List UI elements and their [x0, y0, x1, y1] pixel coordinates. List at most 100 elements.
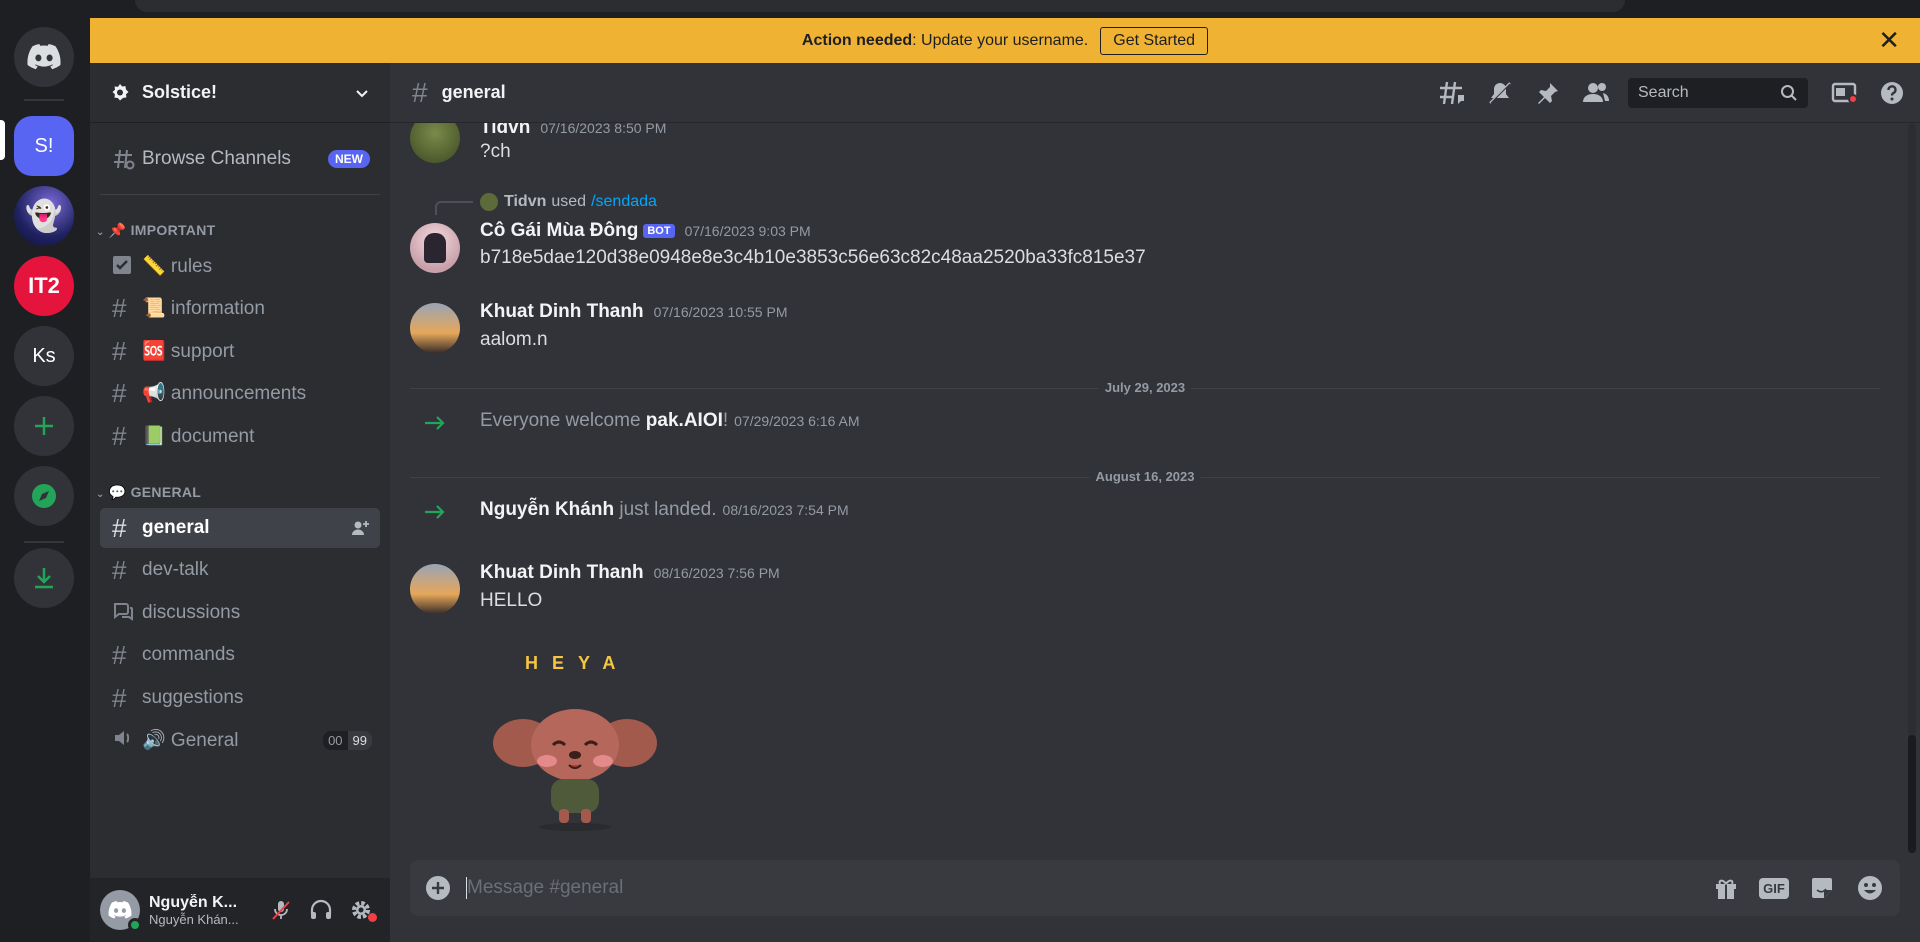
- avatar[interactable]: [410, 123, 460, 163]
- hash-icon: #: [112, 335, 127, 366]
- member-list-button[interactable]: [1572, 80, 1620, 106]
- counter-current: 00: [323, 730, 348, 750]
- download-apps-button[interactable]: [14, 548, 74, 608]
- channel-support[interactable]: # 🆘 support: [100, 331, 380, 371]
- hash-icon: #: [112, 377, 127, 408]
- server-rail: S! 👻 IT2 Ks: [0, 0, 90, 942]
- reply-author: Tidvn: [504, 193, 547, 210]
- online-status-indicator: [128, 918, 142, 932]
- channel-announcements[interactable]: # 📢 announcements: [100, 373, 380, 413]
- rail-separator: [24, 541, 64, 543]
- chevron-down-icon: ⌄: [96, 489, 105, 500]
- message-list[interactable]: Tidvn 07/16/2023 8:50 PM ?ch Tidvn used /…: [390, 123, 1900, 847]
- gift-button[interactable]: [1702, 875, 1750, 901]
- emoji-button[interactable]: [1846, 874, 1894, 902]
- threads-button[interactable]: [1428, 79, 1476, 107]
- browser-address-bar: [135, 0, 1625, 12]
- channel-discussions[interactable]: discussions: [100, 593, 380, 633]
- upload-button[interactable]: [410, 875, 466, 901]
- channel-information[interactable]: # 📜 information: [100, 288, 380, 328]
- slash-command-link[interactable]: /sendada: [591, 193, 657, 211]
- hash-icon: #: [112, 554, 127, 585]
- message-input[interactable]: Message #general: [466, 868, 1702, 908]
- hash-icon: #: [112, 639, 127, 670]
- sidebar-separator: [100, 194, 380, 195]
- user-settings-button[interactable]: [345, 898, 377, 922]
- message-timestamp: 08/16/2023 7:56 PM: [653, 565, 780, 581]
- deafen-button[interactable]: [305, 899, 337, 921]
- rail-separator: [24, 99, 64, 101]
- message-header: Cô Gái Mùa Đông BOT 07/16/2023 9:03 PM: [480, 220, 811, 242]
- server-night-ghost[interactable]: 👻: [14, 186, 74, 246]
- banner-text: : Update your username.: [912, 31, 1089, 49]
- message-author[interactable]: Cô Gái Mùa Đông: [480, 220, 638, 242]
- server-ks[interactable]: Ks: [14, 326, 74, 386]
- discord-home-button[interactable]: [14, 27, 74, 87]
- close-icon[interactable]: ✕: [1878, 27, 1900, 53]
- invite-user-icon[interactable]: [350, 518, 370, 538]
- pinned-messages-button[interactable]: [1524, 81, 1572, 105]
- voice-channel-general[interactable]: 🔊 General 00 99: [100, 720, 380, 760]
- user-info[interactable]: Nguyễn K... Nguyễn Khán...: [149, 894, 249, 927]
- channel-rules[interactable]: 📏 rules: [100, 246, 380, 286]
- channel-general[interactable]: # general: [100, 508, 380, 548]
- channel-suggestions[interactable]: # suggestions: [100, 678, 380, 718]
- community-badge-icon: [112, 83, 129, 100]
- channel-label: 🔊 General: [142, 730, 239, 751]
- user-limit-counter: 00 99: [323, 730, 372, 750]
- search-box[interactable]: Search: [1628, 77, 1808, 108]
- help-icon: [1881, 81, 1903, 104]
- message-header: Khuat Dinh Thanh 08/16/2023 7:56 PM: [480, 562, 780, 584]
- channel-commands[interactable]: # commands: [100, 635, 380, 675]
- search-placeholder: Search: [1638, 83, 1689, 101]
- pin-icon: [1538, 82, 1558, 104]
- username: Nguyễn K...: [149, 893, 238, 911]
- notification-dot: [1848, 93, 1858, 104]
- channel-dev-talk[interactable]: # dev-talk: [100, 550, 380, 590]
- avatar[interactable]: [410, 223, 460, 273]
- mute-button[interactable]: [265, 899, 297, 921]
- channel-label: 📢 announcements: [142, 383, 307, 404]
- message-author[interactable]: Khuat Dinh Thanh: [480, 301, 644, 322]
- date-divider-label: August 16, 2023: [1089, 468, 1201, 484]
- dog-sticker-icon: [493, 709, 657, 831]
- help-button[interactable]: [1868, 80, 1916, 106]
- inbox-button[interactable]: [1820, 80, 1868, 106]
- server-solstice[interactable]: S!: [14, 116, 74, 176]
- message-author[interactable]: Tidvn: [480, 123, 530, 138]
- channel-title: general: [441, 82, 506, 102]
- add-server-button[interactable]: [14, 396, 74, 456]
- date-divider-label: July 29, 2023: [1098, 379, 1192, 395]
- joined-user-name[interactable]: Nguyễn Khánh: [480, 499, 614, 520]
- browse-channels-item[interactable]: Browse Channels NEW: [100, 139, 380, 179]
- sticker-image[interactable]: HEYA: [485, 653, 665, 833]
- header-toolbar: Search: [1428, 77, 1920, 108]
- hash-icon: #: [112, 292, 127, 323]
- joined-user-name[interactable]: pak.AIOI: [646, 410, 723, 431]
- server-it2[interactable]: IT2: [14, 256, 74, 316]
- ghost-server-icon: 👻: [25, 199, 63, 233]
- search-icon: [1781, 84, 1797, 101]
- avatar[interactable]: [100, 890, 142, 932]
- category-general[interactable]: ⌄ 💬 GENERAL: [96, 484, 201, 501]
- server-name: Solstice!: [142, 82, 218, 102]
- avatar[interactable]: [410, 303, 460, 353]
- avatar[interactable]: [410, 564, 460, 614]
- scrollbar-thumb[interactable]: [1908, 735, 1916, 853]
- channel-sidebar: Solstice! Browse Channels NEW ⌄ 📌 IMPORTA…: [90, 63, 390, 942]
- channel-label: suggestions: [142, 687, 244, 708]
- reply-connector: [435, 201, 473, 215]
- sticker-button[interactable]: [1798, 875, 1846, 901]
- channel-label: commands: [142, 644, 235, 665]
- reply-context[interactable]: Tidvn used /sendada: [480, 193, 657, 211]
- message-author[interactable]: Khuat Dinh Thanh: [480, 562, 644, 583]
- category-important[interactable]: ⌄ 📌 IMPORTANT: [96, 222, 215, 239]
- hash-icon: #: [112, 512, 127, 543]
- gif-button[interactable]: GIF: [1750, 877, 1798, 899]
- channel-document[interactable]: # 📗 document: [100, 416, 380, 456]
- get-started-button[interactable]: Get Started: [1100, 26, 1209, 55]
- notification-settings-button[interactable]: [1476, 80, 1524, 106]
- server-header[interactable]: Solstice!: [90, 63, 390, 123]
- explore-servers-button[interactable]: [14, 466, 74, 526]
- bot-badge: BOT: [643, 224, 675, 238]
